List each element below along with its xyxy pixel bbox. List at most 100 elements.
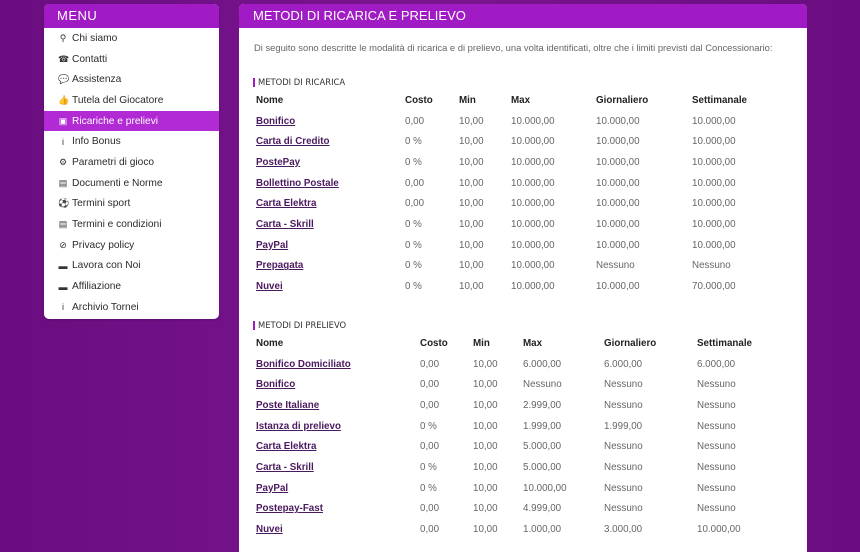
money-icon: ▣ [58, 115, 68, 126]
sidebar-item-label: Affiliazione [72, 281, 122, 293]
table-row: Bonifico 0,00 10,00 10.000,00 10.000,00 10.00… [253, 111, 779, 132]
table-cell: Nessuno [604, 399, 643, 411]
table-cell: 10,00 [473, 461, 498, 473]
table-cell: 10.000,00 [692, 239, 736, 251]
column-header: Min [473, 337, 490, 349]
table-cell: Nessuno [697, 503, 736, 515]
sidebar-item-lavora-con-noi[interactable]: ▬ Lavora con Noi [44, 256, 219, 277]
phone-icon: ☎ [58, 53, 70, 64]
method-link[interactable]: Bonifico [256, 379, 295, 390]
method-name-cell: Prepagata [253, 256, 402, 277]
sidebar-item-ricariche-e-prelievi[interactable]: ▣ Ricariche e prelievi [44, 110, 219, 132]
sidebar-item-archivio-tornei[interactable]: i Archivio Tornei [44, 297, 219, 318]
table-row: Carta - Skrill 0 % 10,00 5.000,00 Nessuno Nes… [253, 457, 784, 478]
sidebar-item-label: Privacy policy [72, 239, 135, 251]
method-link[interactable]: PayPal [256, 483, 288, 494]
table-cell: Nessuno [604, 379, 643, 391]
sidebar-item-termini-sport[interactable]: ⚽ Termini sport [44, 194, 219, 215]
table-cell: 10.000,00 [511, 115, 555, 127]
method-link[interactable]: Carta di Credito [256, 136, 330, 147]
document-icon: ▤ [58, 177, 68, 188]
method-link[interactable]: Postepay-Fast [256, 503, 323, 514]
method-link[interactable]: Carta Elektra [256, 441, 316, 452]
table-cell: 0,00 [420, 503, 440, 515]
table-row: Prepagata 0 % 10,00 10.000,00 Nessuno Nessuno [253, 256, 779, 277]
sidebar-item-assistenza[interactable]: 💬 Assistenza [44, 69, 219, 90]
table-cell: 10.000,00 [692, 136, 736, 148]
method-link[interactable]: Bollettino Postale [256, 178, 339, 189]
gears-icon: ⚙ [58, 156, 68, 167]
table-cell: 0,00 [405, 115, 425, 127]
method-link[interactable]: Carta Elektra [256, 198, 316, 209]
table-cell: 10,00 [473, 399, 498, 411]
sidebar-item-privacy-policy[interactable]: ⊘ Privacy policy [44, 235, 219, 256]
method-link[interactable]: Poste Italiane [256, 400, 319, 411]
table-row: Bonifico 0,00 10,00 Nessuno Nessuno Nessuno [253, 374, 784, 395]
table-cell: 10,00 [473, 420, 498, 432]
table-cell: 1.000,00 [523, 524, 562, 536]
method-link[interactable]: PostePay [256, 157, 300, 168]
table-cell: 0 % [405, 281, 422, 293]
chat-icon: 💬 [58, 74, 70, 85]
ricarica-section-title: METODI DI RICARICA [253, 78, 345, 87]
sidebar-item-label: Info Bonus [72, 136, 121, 148]
column-header: Giornaliero [596, 94, 649, 106]
table-cell: 10.000,00 [692, 115, 736, 127]
table-cell: 0 % [420, 461, 437, 473]
method-link[interactable]: Istanza di prelievo [256, 421, 341, 432]
table-row: Poste Italiane 0,00 10,00 2.999,00 Nessuno Ne… [253, 395, 784, 416]
sidebar-item-documenti-e-norme[interactable]: ▤ Documenti e Norme [44, 173, 219, 194]
table-cell: 10.000,00 [692, 156, 736, 168]
method-link[interactable]: Bonifico [256, 116, 295, 127]
sidebar-item-affiliazione[interactable]: ▬ Affiliazione [44, 276, 219, 297]
column-header: Costo [420, 337, 448, 349]
table-row: Nuvei 0,00 10,00 1.000,00 3.000,00 10.000,00 [253, 519, 784, 540]
method-name-cell: Bonifico Domiciliato [253, 354, 417, 375]
method-link[interactable]: PayPal [256, 240, 288, 251]
soccer-ball-icon: ⚽ [58, 198, 70, 209]
method-name-cell: Nuvei [253, 276, 402, 297]
table-cell: 70.000,00 [692, 281, 736, 293]
table-cell: 10.000,00 [596, 239, 640, 251]
sidebar-item-termini-e-condizioni[interactable]: ▤ Termini e condizioni [44, 214, 219, 235]
method-name-cell: Nuvei [253, 519, 417, 540]
table-cell: 10.000,00 [692, 177, 736, 189]
sidebar-item-contatti[interactable]: ☎ Contatti [44, 49, 219, 70]
sidebar-item-info-bonus[interactable]: i Info Bonus [44, 131, 219, 152]
table-cell: Nessuno [692, 260, 731, 272]
table-cell: 10.000,00 [511, 281, 555, 293]
table-cell: Nessuno [697, 482, 736, 494]
table-cell: 0 % [420, 482, 437, 494]
sidebar-item-label: Termini sport [72, 198, 131, 210]
method-link[interactable]: Nuvei [256, 281, 283, 292]
column-header: Nome [256, 337, 284, 349]
table-cell: 0 % [405, 156, 422, 168]
method-name-cell: Postepay-Fast [253, 499, 417, 520]
sidebar-item-label: Chi siamo [72, 32, 118, 44]
sidebar-item-tutela-del-giocatore[interactable]: 👍 Tutela del Giocatore [44, 90, 219, 111]
table-cell: 6.000,00 [697, 358, 736, 370]
method-link[interactable]: Nuvei [256, 524, 283, 535]
sidebar-item-label: Parametri di gioco [72, 156, 155, 168]
method-link[interactable]: Bonifico Domiciliato [256, 359, 351, 370]
method-link[interactable]: Carta - Skrill [256, 219, 314, 230]
table-cell: 10,00 [473, 358, 498, 370]
table-cell: 0,00 [405, 177, 425, 189]
method-link[interactable]: Prepagata [256, 260, 303, 271]
table-cell: 10.000,00 [511, 239, 555, 251]
table-cell: 2.999,00 [523, 399, 562, 411]
table-cell: 10,00 [459, 239, 484, 251]
sidebar-item-label: Tutela del Giocatore [72, 94, 164, 106]
column-header: Giornaliero [604, 337, 657, 349]
table-cell: 0 % [405, 136, 422, 148]
table-cell: Nessuno [697, 441, 736, 453]
sidebar-item-label: Contatti [72, 53, 108, 65]
sidebar-item-parametri-di-gioco[interactable]: ⚙ Parametri di gioco [44, 152, 219, 173]
table-cell: 10.000,00 [511, 177, 555, 189]
method-link[interactable]: Carta - Skrill [256, 462, 314, 473]
sidebar-item-chi-siamo[interactable]: ⚲ Chi siamo [44, 28, 219, 49]
info-icon: i [62, 136, 64, 147]
table-cell: 0 % [405, 218, 422, 230]
table-cell: 4.999,00 [523, 503, 562, 515]
method-name-cell: Bonifico [253, 374, 417, 395]
